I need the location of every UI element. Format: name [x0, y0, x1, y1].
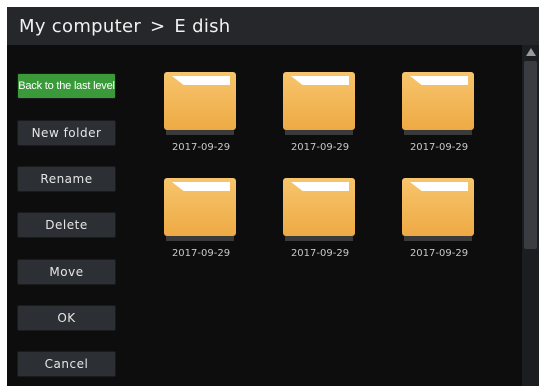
ok-button[interactable]: OK — [17, 305, 116, 331]
file-browser-window: My computer > E dish Back to the last le… — [7, 7, 539, 386]
folder-date: 2017-09-29 — [409, 142, 469, 153]
folder-item[interactable]: 2017-09-29 — [261, 178, 357, 270]
breadcrumb: My computer > E dish — [7, 7, 539, 45]
folder-item[interactable]: 2017-09-29 — [142, 178, 238, 270]
folder-date: 2017-09-29 — [290, 248, 350, 259]
folder-grid: 2017-09-29 2017-09-29 2017-09-29 2017-09… — [129, 45, 522, 386]
folder-item[interactable]: 2017-09-29 — [380, 178, 476, 270]
folder-date: 2017-09-29 — [171, 248, 231, 259]
back-to-last-level-button[interactable]: Back to the last level — [17, 73, 116, 99]
vertical-scrollbar[interactable] — [522, 45, 539, 386]
folder-item[interactable]: 2017-09-29 — [142, 72, 238, 164]
folder-date: 2017-09-29 — [171, 142, 231, 153]
scrollbar-thumb[interactable] — [524, 61, 537, 249]
breadcrumb-current: E dish — [174, 15, 231, 37]
folder-item[interactable]: 2017-09-29 — [380, 72, 476, 164]
rename-button[interactable]: Rename — [17, 166, 116, 192]
folder-date: 2017-09-29 — [409, 248, 469, 259]
breadcrumb-separator: > — [150, 15, 166, 37]
scroll-up-arrow-icon[interactable] — [526, 48, 536, 56]
move-button[interactable]: Move — [17, 259, 116, 285]
cancel-button[interactable]: Cancel — [17, 351, 116, 377]
delete-button[interactable]: Delete — [17, 212, 116, 238]
new-folder-button[interactable]: New folder — [17, 120, 116, 146]
action-sidebar: Back to the last level New folder Rename… — [7, 45, 129, 386]
folder-date: 2017-09-29 — [290, 142, 350, 153]
folder-item[interactable]: 2017-09-29 — [261, 72, 357, 164]
breadcrumb-root[interactable]: My computer — [19, 16, 141, 37]
